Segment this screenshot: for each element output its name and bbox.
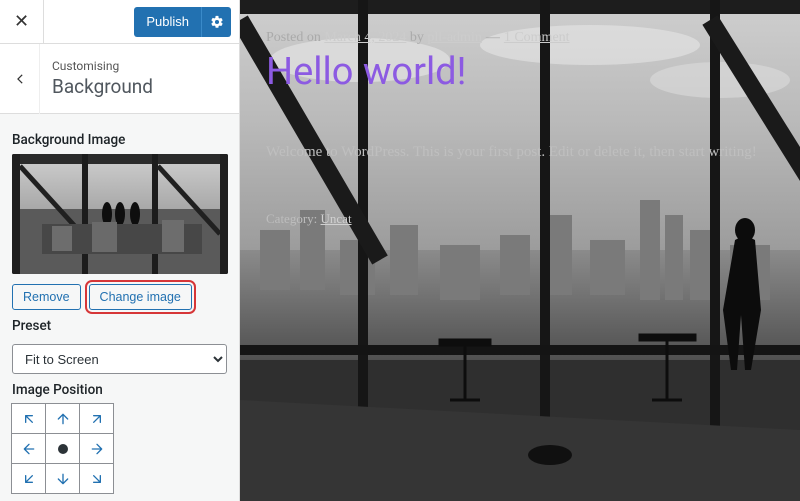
post-categories: Category: Uncat bbox=[266, 211, 774, 227]
remove-button[interactable]: Remove bbox=[12, 284, 81, 310]
label-preset: Preset bbox=[12, 318, 227, 334]
publish-settings-button[interactable] bbox=[201, 7, 231, 37]
post-meta: Posted on March 4, 2024 by pll-admin — 1 C… bbox=[266, 30, 774, 46]
pos-bottom-left[interactable] bbox=[11, 463, 46, 494]
breadcrumb: Customising Background bbox=[0, 44, 239, 114]
back-button[interactable] bbox=[0, 44, 40, 114]
change-image-button[interactable]: Change image bbox=[89, 284, 192, 310]
customizer-app: ✕ Publish Customising Background Backgro… bbox=[0, 0, 800, 501]
pos-bottom[interactable] bbox=[45, 463, 80, 494]
chevron-left-icon bbox=[13, 72, 27, 86]
pos-left[interactable] bbox=[11, 433, 46, 464]
dot-icon bbox=[58, 444, 68, 454]
customizer-sidebar: ✕ Publish Customising Background Backgro… bbox=[0, 0, 240, 501]
close-icon: ✕ bbox=[14, 11, 29, 32]
panel-body: Background Image bbox=[0, 114, 239, 494]
post-content: Posted on March 4, 2024 by pll-admin — 1 C… bbox=[240, 0, 800, 257]
breadcrumb-texts: Customising Background bbox=[40, 59, 153, 98]
by-label: by bbox=[406, 30, 427, 45]
comments-link[interactable]: 1 Comment bbox=[504, 30, 570, 45]
bg-thumbnail[interactable] bbox=[12, 154, 228, 274]
category-link[interactable]: Uncat bbox=[321, 211, 352, 226]
post-body: Welcome to WordPress. This is your first… bbox=[266, 144, 774, 161]
close-button[interactable]: ✕ bbox=[0, 0, 44, 44]
post-date-link[interactable]: March 4, 2024 bbox=[324, 30, 406, 45]
publish-button[interactable]: Publish bbox=[134, 7, 201, 37]
pos-bottom-right[interactable] bbox=[79, 463, 114, 494]
pos-top-left[interactable] bbox=[11, 403, 46, 434]
pos-center[interactable] bbox=[45, 433, 80, 464]
meta-separator: — bbox=[486, 30, 500, 45]
posted-on-label: Posted on bbox=[266, 30, 324, 45]
bg-button-row: Remove Change image bbox=[12, 284, 227, 310]
arrow-down-right-icon bbox=[89, 471, 105, 487]
post-title: Hello world! bbox=[266, 50, 774, 94]
arrow-up-right-icon bbox=[89, 411, 105, 427]
thumbnail-image bbox=[12, 154, 228, 274]
publish-group: Publish bbox=[134, 7, 239, 37]
label-bg-image: Background Image bbox=[12, 132, 227, 148]
page-title: Background bbox=[52, 75, 153, 98]
category-label: Category: bbox=[266, 211, 321, 226]
site-preview: Posted on March 4, 2024 by pll-admin — 1 C… bbox=[240, 0, 800, 501]
arrow-down-icon bbox=[55, 471, 71, 487]
breadcrumb-small: Customising bbox=[52, 59, 153, 73]
pos-right[interactable] bbox=[79, 433, 114, 464]
arrow-left-icon bbox=[21, 441, 37, 457]
pos-top-right[interactable] bbox=[79, 403, 114, 434]
arrow-right-icon bbox=[89, 441, 105, 457]
preset-select[interactable]: Fit to Screen bbox=[12, 344, 227, 374]
sidebar-topbar: ✕ Publish bbox=[0, 0, 239, 44]
gear-icon bbox=[210, 15, 224, 29]
arrow-up-icon bbox=[55, 411, 71, 427]
pos-top[interactable] bbox=[45, 403, 80, 434]
arrow-up-left-icon bbox=[21, 411, 37, 427]
position-grid bbox=[12, 404, 227, 494]
author-link[interactable]: pll-admin bbox=[427, 30, 481, 45]
arrow-down-left-icon bbox=[21, 471, 37, 487]
label-position: Image Position bbox=[12, 382, 227, 398]
